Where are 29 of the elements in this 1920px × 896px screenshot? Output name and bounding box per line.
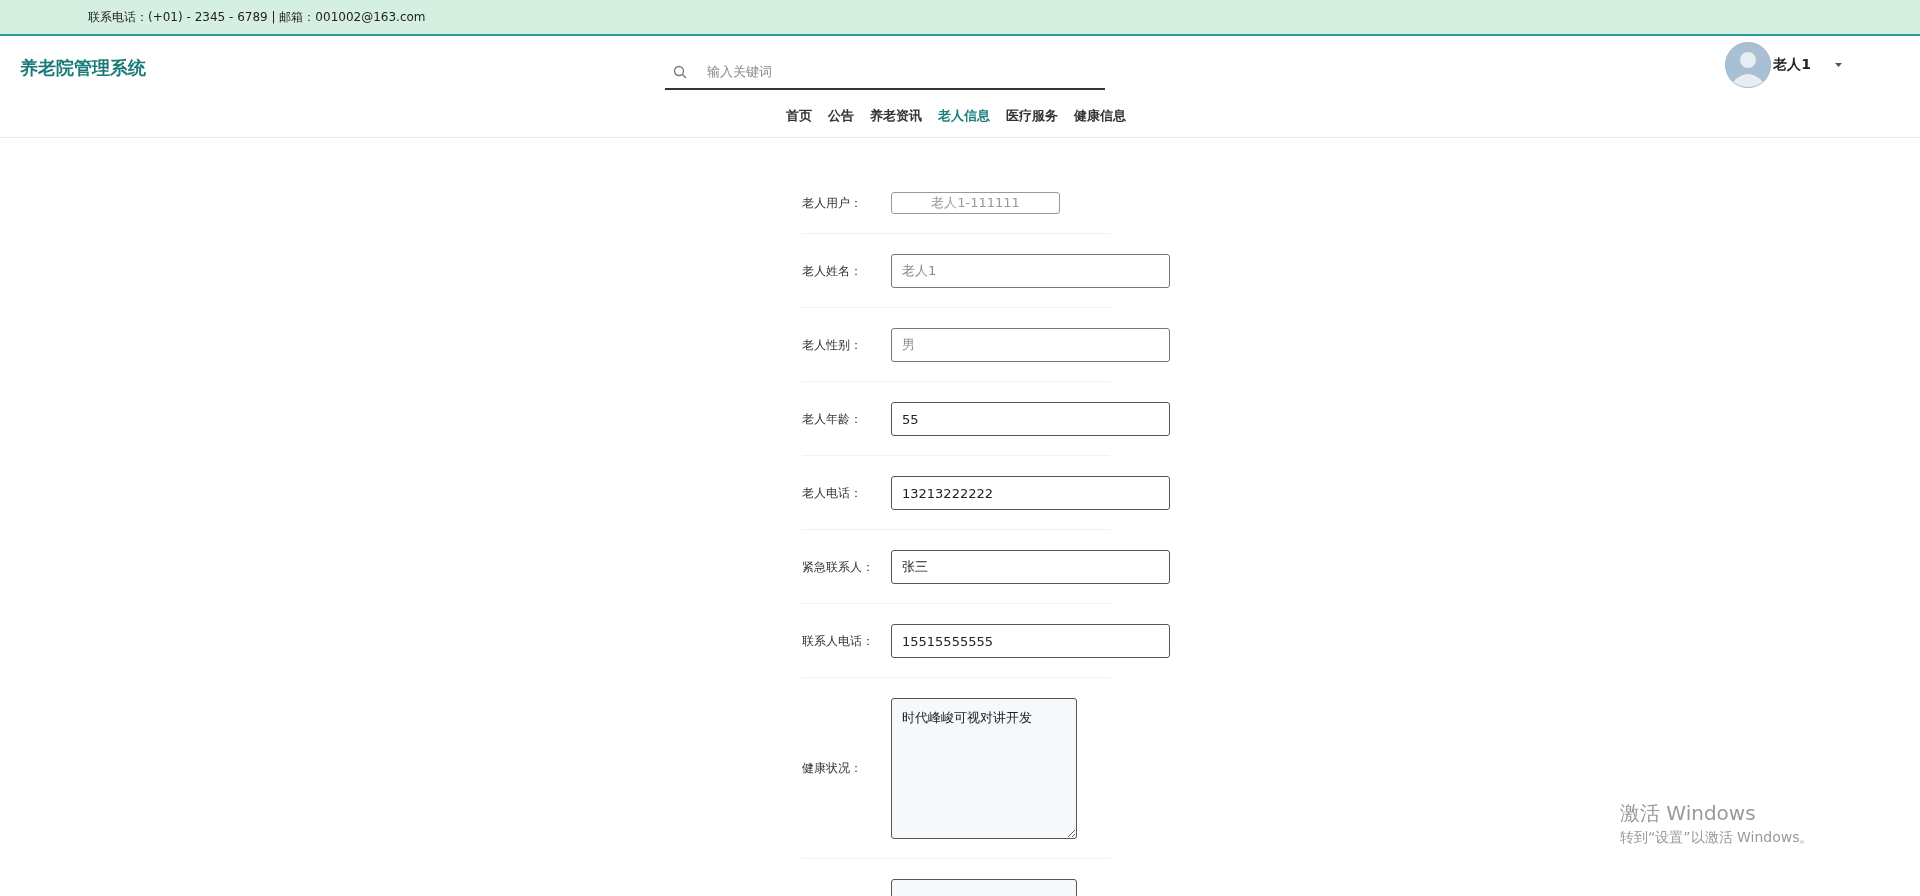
activation-title: 激活 Windows [1620,800,1757,827]
user-name[interactable]: 老人1 [1773,56,1811,74]
input-field[interactable]: 15515555555 [891,624,1170,658]
input-field[interactable]: 老人1 [891,254,1170,288]
field-label: 紧急联系人： [802,558,875,576]
field-label: 老人姓名： [802,262,863,280]
search-field[interactable]: 输入关键词 [665,54,1105,90]
field-label: 健康状况： [802,760,863,777]
field-label: 老人用户： [802,194,863,212]
field-label: 老人年龄： [802,410,863,428]
search-icon [673,65,687,79]
contact-info: 联系电话：(+01) - 2345 - 6789 | 邮箱：001002@163.com [88,9,426,26]
activation-text: 转到“设置”以激活 Windows。 [1620,829,1814,847]
input-field[interactable]: 张三 [891,550,1170,584]
nav-link[interactable]: 健康信息 [1074,107,1126,125]
nav-link[interactable]: 老人信息 [938,107,990,125]
caret-icon[interactable] [1835,63,1842,67]
input-field[interactable]: 男 [891,328,1170,362]
site-title: 养老院管理系统 [20,56,146,80]
nav-link[interactable]: 首页 [786,107,812,125]
field-label: 老人性别： [802,336,863,354]
nav-link[interactable]: 医疗服务 [1006,107,1058,125]
input-field[interactable]: 55 [891,402,1170,436]
text-area[interactable]: 时代峰峻可视对讲开发 [891,698,1077,839]
field-label: 老人电话： [802,484,863,502]
field-label: 联系人电话： [802,632,875,650]
nav-link[interactable]: 养老资讯 [870,107,922,125]
nav-link[interactable]: 公告 [828,107,854,125]
input-field[interactable]: 13213222222 [891,476,1170,510]
